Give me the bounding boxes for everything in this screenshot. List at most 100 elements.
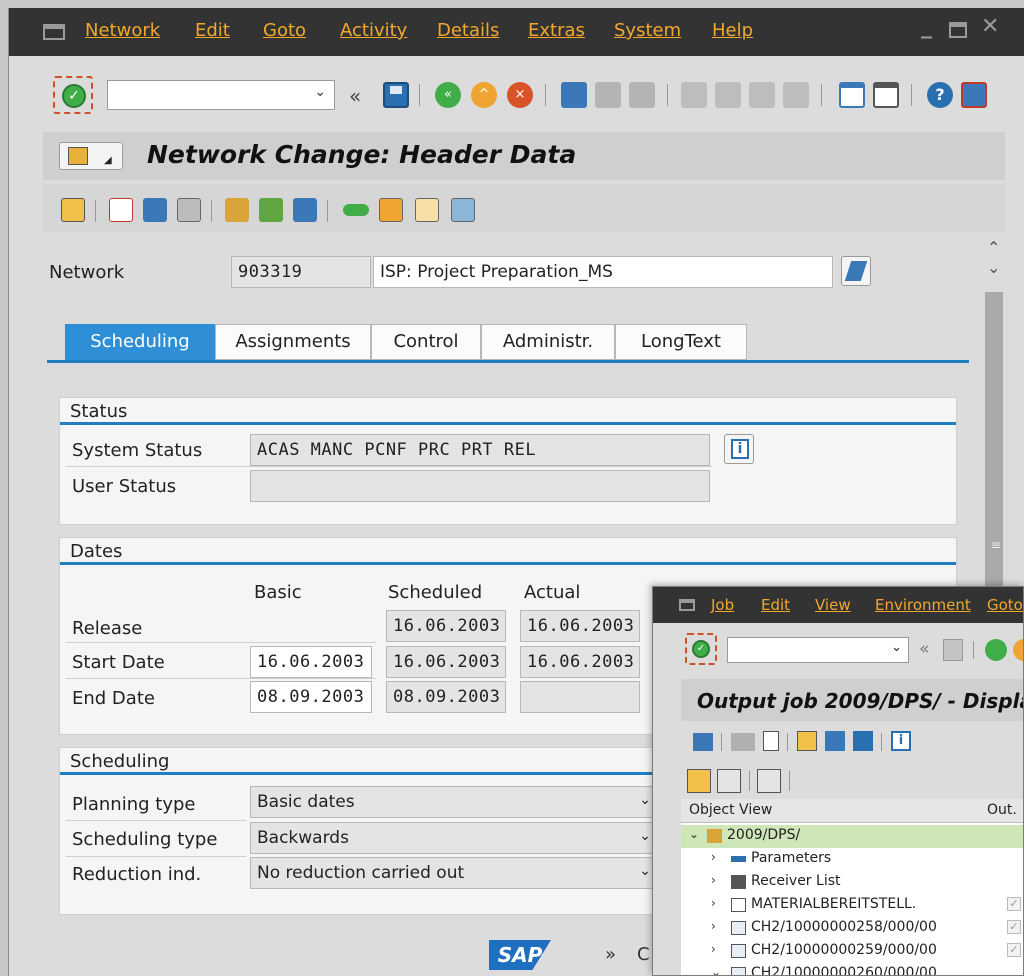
expand-all-icon[interactable] (687, 769, 711, 793)
chevron-right-icon[interactable]: › (711, 873, 716, 887)
save-icon[interactable] (943, 639, 963, 661)
milestone-icon[interactable] (379, 198, 403, 222)
maximize-icon[interactable] (949, 22, 967, 38)
scheduling-type-select[interactable]: Backwards ⌄ (250, 822, 660, 854)
exit-icon[interactable]: ^ (471, 82, 497, 108)
start-date-basic-field[interactable]: 16.06.2003 (250, 646, 372, 678)
menu-goto[interactable]: Goto (987, 596, 1023, 614)
help-icon[interactable]: ? (927, 82, 953, 108)
release-actual-field[interactable]: 16.06.2003 (520, 610, 640, 642)
user-status-field[interactable] (250, 470, 710, 502)
command-field[interactable]: ⌄ (727, 637, 909, 663)
scroll-up-icon[interactable]: ⌃ (987, 238, 1000, 257)
previous-page-icon[interactable] (715, 82, 741, 108)
network-structure-icon[interactable] (259, 198, 283, 222)
calculator-icon[interactable] (143, 198, 167, 222)
tab-administr[interactable]: Administr. (481, 324, 615, 360)
chevron-down-icon[interactable]: ⌄ (314, 84, 326, 100)
header-icon[interactable] (797, 731, 817, 751)
menu-details[interactable]: Details (437, 20, 499, 41)
chevron-right-icon[interactable]: › (711, 919, 716, 933)
find-next-icon[interactable] (629, 82, 655, 108)
copy-icon[interactable] (415, 198, 439, 222)
chevron-right-icon[interactable]: › (711, 942, 716, 956)
end-date-basic-field[interactable]: 08.09.2003 (250, 681, 372, 713)
collapse-toolbar-icon[interactable]: « (919, 639, 929, 659)
minimize-icon[interactable]: _ (921, 14, 932, 39)
tab-longtext[interactable]: LongText (615, 324, 747, 360)
landscape-icon[interactable] (451, 198, 475, 222)
menu-job[interactable]: Job (711, 596, 734, 614)
chevron-down-icon[interactable]: ⌄ (639, 828, 651, 844)
hierarchy-icon[interactable] (225, 198, 249, 222)
menu-edit[interactable]: Edit (761, 596, 790, 614)
tree-row[interactable]: › MATERIALBEREITSTELL. ✓ (681, 894, 1023, 917)
chevron-right-icon[interactable]: › (711, 896, 716, 910)
print-icon[interactable] (561, 82, 587, 108)
info-icon[interactable]: i (891, 731, 911, 751)
chevron-right-icon[interactable]: › (711, 850, 716, 864)
tree-row[interactable]: › CH2/10000000258/000/00 ✓ (681, 917, 1023, 940)
output-checkbox[interactable]: ✓ (1007, 920, 1021, 934)
save-icon[interactable] (383, 82, 409, 108)
new-session-icon[interactable] (839, 82, 865, 108)
tree-row[interactable]: ⌄ 2009/DPS/ (681, 825, 1023, 848)
activity-overview-icon[interactable] (109, 198, 133, 222)
chevron-down-icon[interactable]: ⌄ (711, 965, 721, 975)
customize-layout-icon[interactable] (961, 82, 987, 108)
output-checkbox[interactable]: ✓ (1007, 897, 1021, 911)
status-expand-icon[interactable]: » (605, 944, 616, 965)
end-date-scheduled-field[interactable]: 08.09.2003 (386, 681, 506, 713)
next-page-icon[interactable] (749, 82, 775, 108)
edit-text-icon[interactable] (841, 256, 871, 286)
output-checkbox[interactable]: ✓ (1007, 943, 1021, 957)
menu-icon[interactable] (43, 24, 65, 40)
search-icon[interactable] (717, 769, 741, 793)
relationships-icon[interactable] (177, 198, 201, 222)
chevron-down-icon[interactable]: ⌄ (639, 792, 651, 808)
menu-activity[interactable]: Activity (340, 20, 407, 41)
glasses-icon[interactable] (731, 733, 755, 751)
tree-row[interactable]: › Parameters (681, 848, 1023, 871)
print-icon[interactable] (693, 733, 713, 751)
menu-help[interactable]: Help (712, 20, 753, 41)
tree-row[interactable]: › CH2/10000000259/000/00 ✓ (681, 940, 1023, 963)
menu-network[interactable]: Network (85, 20, 160, 41)
header-icon[interactable] (61, 198, 85, 222)
chevron-down-icon[interactable]: ⌄ (639, 863, 651, 879)
menu-system[interactable]: System (614, 20, 681, 41)
start-date-actual-field[interactable]: 16.06.2003 (520, 646, 640, 678)
scroll-down-icon[interactable]: ⌄ (987, 258, 1000, 277)
screen-icon[interactable] (757, 769, 781, 793)
document-icon[interactable] (763, 731, 779, 751)
menu-extras[interactable]: Extras (528, 20, 585, 41)
reduction-select[interactable]: No reduction carried out ⌄ (250, 857, 660, 889)
chevron-down-icon[interactable]: ⌄ (689, 827, 699, 841)
menu-edit[interactable]: Edit (195, 20, 230, 41)
first-page-icon[interactable] (681, 82, 707, 108)
release-scheduled-field[interactable]: 16.06.2003 (386, 610, 506, 642)
last-page-icon[interactable] (783, 82, 809, 108)
network-description-field[interactable]: ISP: Project Preparation_MS (373, 256, 833, 288)
network-number-field[interactable]: 903319 (231, 256, 371, 288)
command-field[interactable]: ⌄ (107, 80, 335, 110)
chevron-down-icon[interactable]: ⌄ (891, 640, 902, 655)
close-icon[interactable]: ✕ (981, 14, 999, 39)
collapse-toolbar-icon[interactable]: « (349, 84, 361, 108)
gantt-icon[interactable] (293, 198, 317, 222)
menu-toggle-icon[interactable]: ◢ (59, 142, 123, 170)
release-icon[interactable] (343, 204, 369, 216)
tab-control[interactable]: Control (371, 324, 481, 360)
find-icon[interactable] (595, 82, 621, 108)
menu-icon[interactable] (679, 599, 695, 611)
cancel-icon[interactable]: × (507, 82, 533, 108)
enter-check-icon[interactable]: ✓ (53, 76, 93, 114)
tree-row[interactable]: ⌄ CH2/10000000260/000/00 (681, 963, 1023, 975)
enter-check-icon[interactable]: ✓ (685, 633, 717, 665)
find-icon[interactable] (825, 731, 845, 751)
tab-assignments[interactable]: Assignments (215, 324, 371, 360)
end-date-actual-field[interactable] (520, 681, 640, 713)
back-icon[interactable]: « (435, 82, 461, 108)
planning-type-select[interactable]: Basic dates ⌄ (250, 786, 660, 818)
tree-row[interactable]: › Receiver List (681, 871, 1023, 894)
